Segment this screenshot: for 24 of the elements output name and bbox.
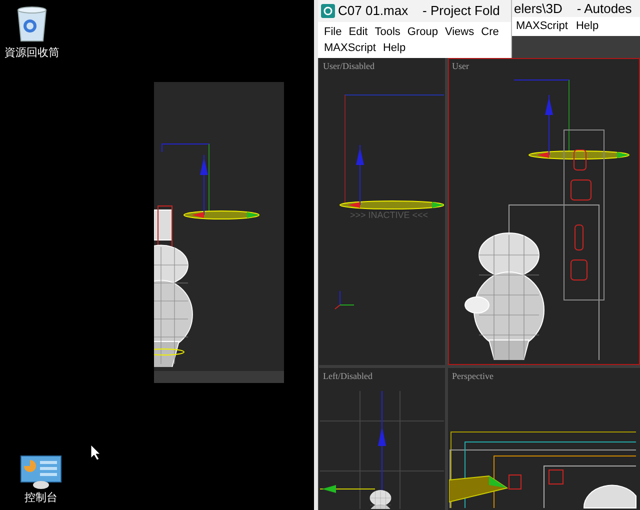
- menu-item[interactable]: Help: [382, 41, 406, 55]
- viewport[interactable]: Left/Disabled: [319, 368, 445, 510]
- control-panel-icon: [20, 455, 62, 489]
- menu-item[interactable]: Cre: [481, 25, 499, 39]
- viewport-label[interactable]: User: [452, 60, 469, 74]
- menu-item[interactable]: MAXScript: [324, 41, 376, 55]
- viewport[interactable]: Perspective: [448, 368, 640, 510]
- menu-item[interactable]: MAXScript: [516, 18, 568, 35]
- app-logo-icon: [321, 4, 335, 18]
- viewport[interactable]: User: [448, 58, 640, 365]
- window-title: elers\3D - Autodes: [513, 0, 633, 17]
- viewport-label[interactable]: User/Disabled: [323, 60, 374, 74]
- menu-item[interactable]: Tools: [374, 25, 400, 39]
- menu-item[interactable]: Help: [576, 18, 599, 35]
- mouse-cursor-icon: [91, 445, 101, 461]
- menu-item[interactable]: File: [324, 25, 342, 39]
- viewport-label[interactable]: Perspective: [452, 370, 494, 384]
- menu-item[interactable]: Group: [407, 25, 438, 39]
- menu-item[interactable]: Edit: [348, 25, 368, 39]
- viewport-label[interactable]: Left/Disabled: [323, 370, 372, 384]
- desktop-icon-label[interactable]: 控制台: [24, 493, 58, 504]
- menu-item[interactable]: Views: [444, 25, 474, 39]
- window-title: C07 01.max - Project Fold: [338, 2, 500, 20]
- desktop-icon-label[interactable]: 資源回收筒: [4, 48, 60, 59]
